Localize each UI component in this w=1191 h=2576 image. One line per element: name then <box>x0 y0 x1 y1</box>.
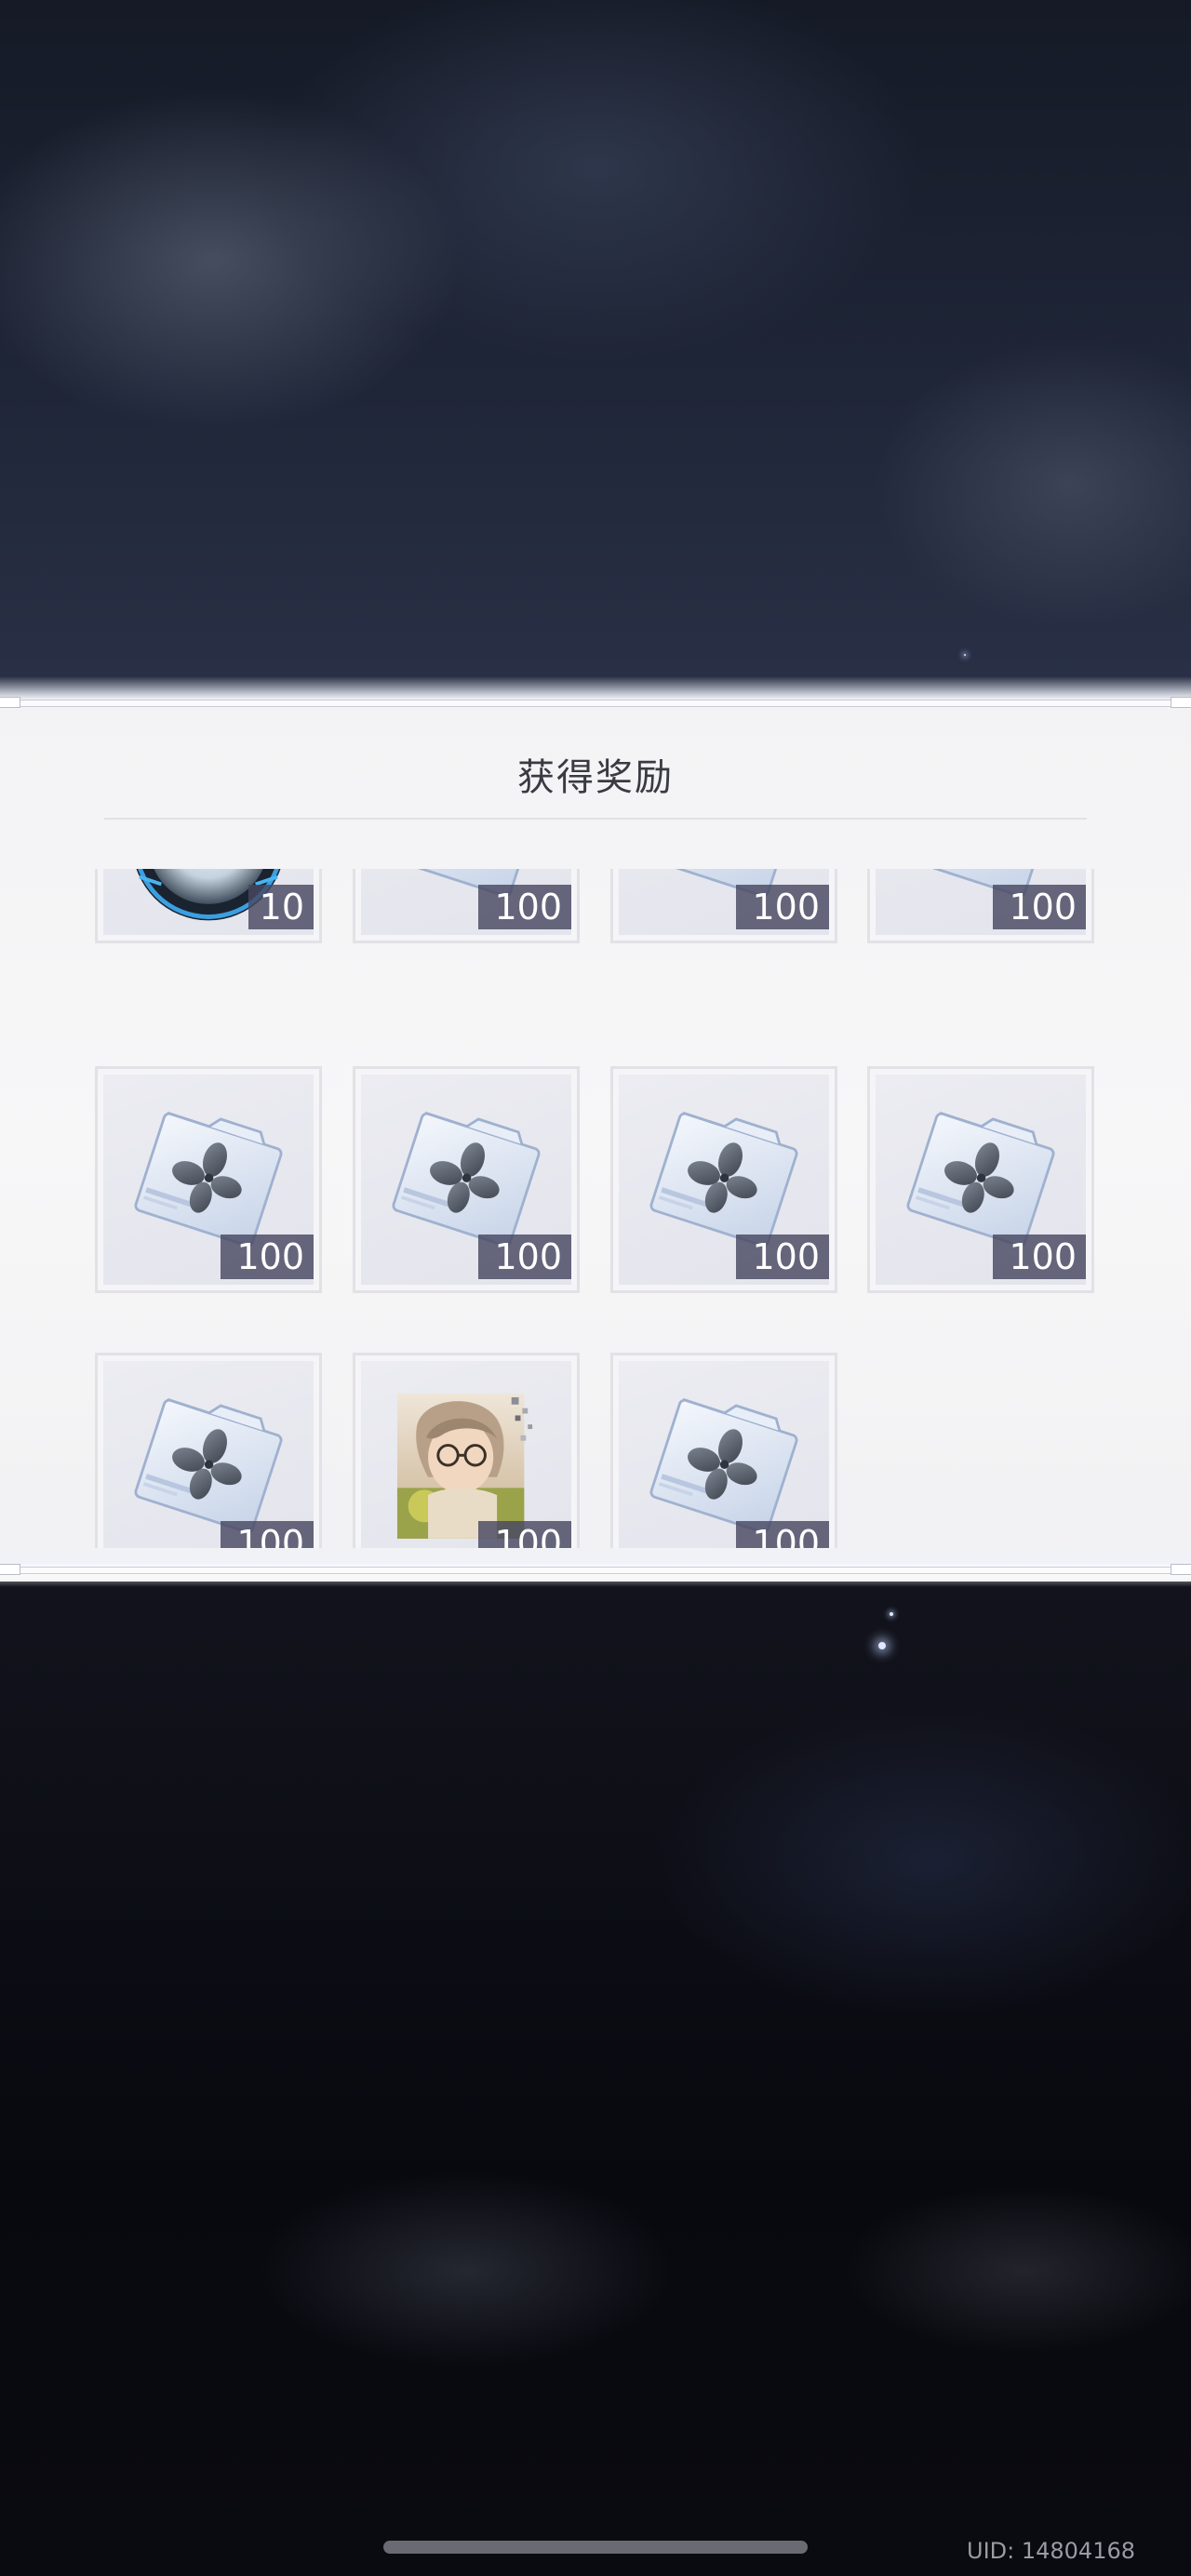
reward-quantity: 100 <box>221 1235 314 1279</box>
reward-quantity: 100 <box>478 1235 571 1279</box>
title-divider <box>104 818 1087 820</box>
sparkle-icon <box>890 1612 893 1616</box>
rewards-grid[interactable]: 10 100 100 100 100 100 100 100 100 100 1… <box>0 869 1191 1548</box>
reward-item[interactable]: 100 <box>353 1066 580 1293</box>
reward-item[interactable]: 100 <box>353 869 580 943</box>
edge-tick-left <box>0 1564 20 1575</box>
panel-edge-bottom <box>0 1564 1191 1575</box>
reward-item[interactable]: 100 <box>867 1066 1094 1293</box>
reward-quantity: 100 <box>736 885 829 929</box>
panel-glow-bottom <box>0 1544 1191 1587</box>
character-portrait-icon <box>396 1394 533 1539</box>
reward-quantity: 100 <box>478 885 571 929</box>
reward-quantity: 100 <box>221 1521 314 1548</box>
reward-item[interactable]: 100 <box>867 869 1094 943</box>
reward-quantity: 100 <box>736 1235 829 1279</box>
edge-tick-right <box>1171 1564 1191 1575</box>
reward-quantity: 100 <box>993 885 1086 929</box>
reward-item[interactable]: 100 <box>95 1066 322 1293</box>
reward-quantity: 100 <box>736 1521 829 1548</box>
reward-item[interactable]: 100 <box>353 1353 580 1548</box>
data-folder-icon <box>133 1387 288 1535</box>
reward-quantity: 100 <box>993 1235 1086 1279</box>
reward-item[interactable]: 100 <box>610 1066 837 1293</box>
reward-quantity: 100 <box>478 1521 571 1548</box>
panel-edge-top <box>0 697 1191 708</box>
uid-label: UID: 14804168 <box>967 2538 1135 2564</box>
reward-item[interactable]: 100 <box>610 1353 837 1548</box>
dialog-title: 获得奖励 <box>517 756 674 799</box>
reward-item[interactable]: 100 <box>95 1353 322 1548</box>
reward-quantity: 10 <box>248 885 314 929</box>
reward-item[interactable]: 100 <box>610 869 837 943</box>
blurred-background-top[interactable] <box>0 0 1191 707</box>
sparkle-icon <box>964 654 966 656</box>
edge-tick-left <box>0 697 20 708</box>
sparkle-icon <box>878 1642 886 1649</box>
edge-tick-right <box>1171 697 1191 708</box>
data-folder-icon <box>649 1387 803 1535</box>
blurred-background-bottom[interactable] <box>0 1582 1191 2576</box>
home-indicator[interactable] <box>383 2541 808 2554</box>
reward-item[interactable]: 10 <box>95 869 322 943</box>
